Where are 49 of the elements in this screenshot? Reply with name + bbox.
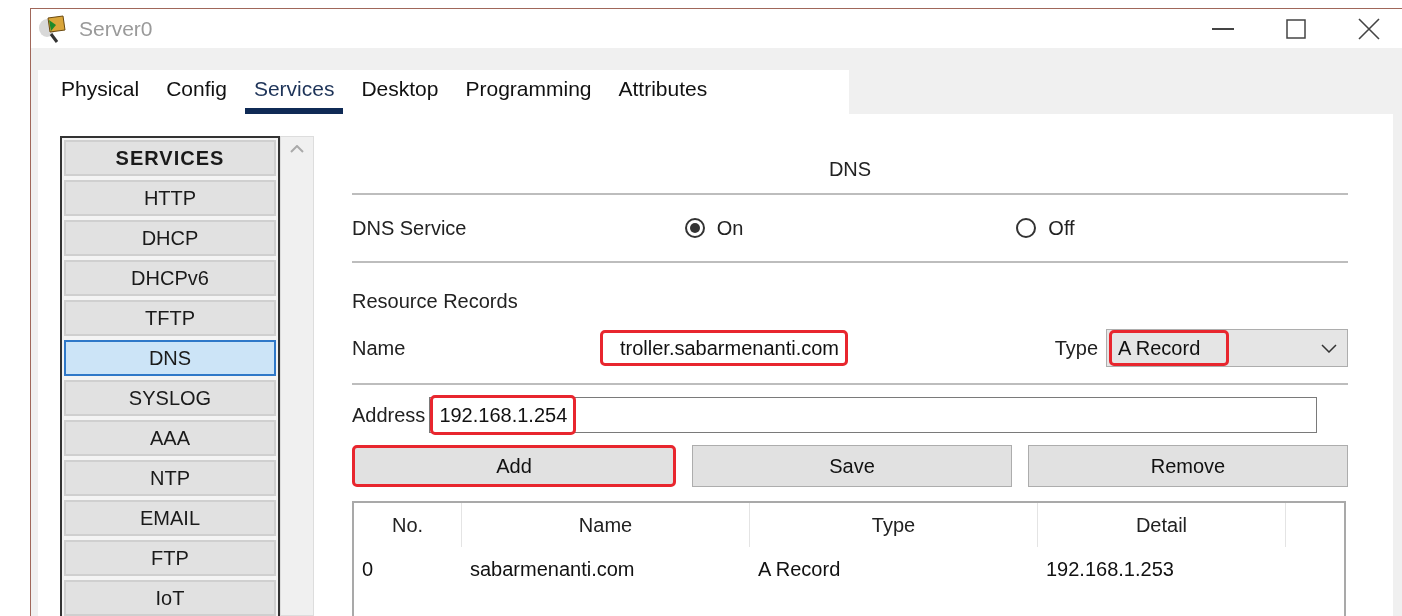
tab[interactable]: Physical <box>52 77 149 114</box>
name-field[interactable]: troller.sabarmenanti.com <box>600 330 848 366</box>
radio-button[interactable] <box>1016 218 1037 238</box>
address-field[interactable]: 192.168.1.254 <box>429 397 1318 433</box>
scrollbar[interactable] <box>280 136 314 616</box>
service-item[interactable]: DHCP <box>64 220 276 256</box>
radio-label[interactable]: Off <box>1048 216 1075 240</box>
section-heading: Resource Records <box>352 289 518 313</box>
window-title: Server0 <box>79 16 153 41</box>
field-label: Type <box>1054 336 1098 360</box>
table-cell-text: 0 <box>361 557 375 581</box>
address-value: 192.168.1.254 <box>430 395 577 435</box>
column-header[interactable]: Name <box>462 503 750 547</box>
service-item[interactable]: IoT <box>64 580 276 616</box>
tab[interactable]: Programming <box>456 77 601 114</box>
action-button[interactable]: Save <box>692 445 1012 487</box>
table-cell-text: sabarmenanti.com <box>469 557 636 581</box>
column-header[interactable]: Type <box>750 503 1038 547</box>
radio-label[interactable]: On <box>716 216 744 240</box>
service-item[interactable]: TFTP <box>64 300 276 336</box>
field-label: Address <box>352 403 426 427</box>
table-cell-text: 192.168.1.253 <box>1045 557 1175 581</box>
service-item[interactable]: AAA <box>64 420 276 456</box>
radio-button[interactable] <box>684 218 705 238</box>
tab[interactable]: Desktop <box>352 77 448 114</box>
service-item[interactable]: SYSLOG <box>64 380 276 416</box>
column-header[interactable]: Detail <box>1038 503 1286 547</box>
type-value: A Record <box>1109 330 1229 366</box>
section-title: DNS <box>352 136 1348 195</box>
field-label: DNS Service <box>352 216 468 240</box>
maximize-icon[interactable] <box>1286 18 1306 39</box>
service-item[interactable]: HTTP <box>64 180 276 216</box>
service-item[interactable]: EMAIL <box>64 500 276 536</box>
service-item[interactable]: NTP <box>64 460 276 496</box>
service-item[interactable]: FTP <box>64 540 276 576</box>
table-cell-text: A Record <box>757 557 842 581</box>
service-item[interactable]: DNS <box>64 340 276 376</box>
type-dropdown[interactable]: A Record <box>1106 329 1348 367</box>
close-icon[interactable] <box>1358 17 1380 40</box>
tab[interactable]: Attributes <box>609 77 717 114</box>
minimize-icon[interactable] <box>1212 27 1234 30</box>
column-header[interactable]: No. <box>354 503 462 547</box>
tab[interactable]: Config <box>157 77 236 114</box>
service-item[interactable]: DHCPv6 <box>64 260 276 296</box>
chevron-down-icon <box>1321 343 1337 353</box>
action-button[interactable]: Remove <box>1028 445 1348 487</box>
field-label: Name <box>352 336 407 360</box>
action-button[interactable]: Add <box>352 445 676 487</box>
list-heading: SERVICES <box>64 140 276 176</box>
